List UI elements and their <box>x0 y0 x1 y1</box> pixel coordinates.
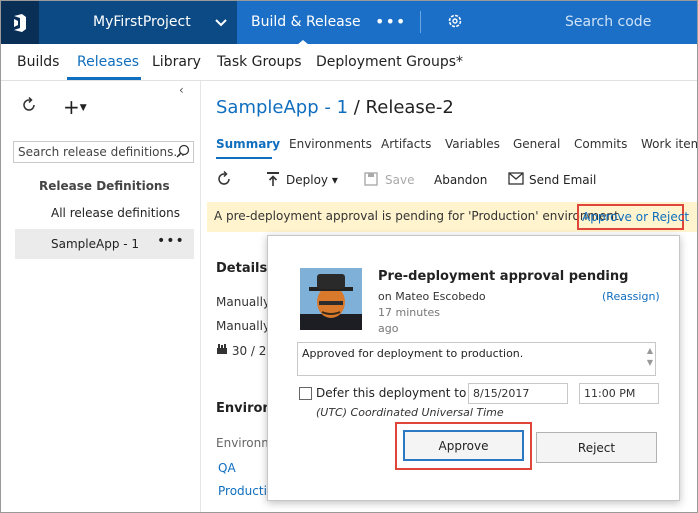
timezone-label: (UTC) Coordinated Universal Time <box>316 406 504 419</box>
release-tabs: Summary Environments Artifacts Variables… <box>216 137 697 159</box>
approval-dialog: Pre-deployment approval pending on Mateo… <box>267 235 680 501</box>
approver-name: on Mateo Escobedo <box>378 290 486 303</box>
project-selector[interactable]: MyFirstProject <box>39 1 237 44</box>
chevron-down-icon <box>215 16 227 32</box>
approval-pending-banner: A pre-deployment approval is pending for… <box>207 202 697 232</box>
defer-label: Defer this deployment to <box>316 386 467 400</box>
environments-column-header: Environm <box>216 436 273 450</box>
search-code-input[interactable]: Search code <box>542 1 697 44</box>
environment-qa-link[interactable]: QA <box>218 461 236 475</box>
tab-environments[interactable]: Environments <box>289 137 372 151</box>
deploy-label: Deploy <box>286 173 329 187</box>
gear-icon[interactable] <box>447 13 463 33</box>
tab-artifacts[interactable]: Artifacts <box>381 137 431 151</box>
details-build-row: 30 / 2 <box>216 343 266 358</box>
tab-general[interactable]: General <box>513 137 560 151</box>
deploy-button[interactable]: Deploy ▾ <box>286 173 338 187</box>
hub-tabs: Builds Releases Library Task Groups Depl… <box>1 44 697 81</box>
definition-row-sampleapp[interactable]: SampleApp - 1 ••• <box>15 229 194 259</box>
deploy-icon <box>266 171 280 190</box>
tab-summary[interactable]: Summary <box>216 137 280 151</box>
approval-comment-input[interactable]: Approved for deployment to production. ▲… <box>297 342 656 376</box>
add-definition-button[interactable]: +▼ <box>63 95 87 119</box>
divider <box>420 11 421 33</box>
tab-releases[interactable]: Releases <box>77 54 139 70</box>
breadcrumb-definition-link[interactable]: SampleApp - 1 <box>216 97 348 118</box>
approve-highlight: Approve <box>395 422 532 470</box>
defer-date-input[interactable]: 8/15/2017 <box>468 383 568 404</box>
app-window: MyFirstProject Build & Release ••• Searc… <box>0 0 698 513</box>
search-placeholder: Search code <box>565 14 652 30</box>
project-name: MyFirstProject <box>93 14 191 30</box>
banner-message: A pre-deployment approval is pending for… <box>214 209 623 223</box>
release-toolbar: Deploy ▾ Save Abandon Send Email <box>216 170 697 193</box>
tab-variables[interactable]: Variables <box>445 137 500 151</box>
save-icon <box>363 171 379 190</box>
search-definitions-placeholder: Search release definitions... <box>18 145 185 159</box>
details-build-text: 30 / 2 <box>231 344 267 358</box>
breadcrumb-release: / Release-2 <box>348 97 454 118</box>
comment-scrollbar[interactable]: ▲ ▼ <box>647 345 653 369</box>
details-heading: Details <box>216 261 268 276</box>
top-bar: MyFirstProject Build & Release ••• Searc… <box>1 1 697 45</box>
tab-deployment-groups[interactable]: Deployment Groups* <box>316 54 463 70</box>
elapsed-time: 17 minutes <box>378 306 441 319</box>
definition-more-button[interactable]: ••• <box>157 233 185 249</box>
reject-button[interactable]: Reject <box>536 432 657 463</box>
definition-label: SampleApp - 1 <box>51 237 140 251</box>
send-email-button[interactable]: Send Email <box>529 173 596 187</box>
mail-icon <box>508 172 524 188</box>
approval-title: Pre-deployment approval pending <box>378 269 629 284</box>
breadcrumb: SampleApp - 1 / Release-2 <box>216 97 454 118</box>
abandon-button[interactable]: Abandon <box>434 173 487 187</box>
search-definitions-input[interactable]: Search release definitions... <box>13 141 194 163</box>
search-icon[interactable] <box>176 144 190 161</box>
release-definitions-heading: Release Definitions <box>39 179 170 193</box>
all-release-definitions-link[interactable]: All release definitions <box>51 206 180 220</box>
avatar <box>300 268 362 330</box>
tab-builds[interactable]: Builds <box>17 54 59 70</box>
comment-text: Approved for deployment to production. <box>302 347 524 360</box>
hub-build-release[interactable]: Build & Release <box>251 14 361 30</box>
vsts-logo-icon[interactable] <box>1 1 39 44</box>
reassign-link[interactable]: (Reassign) <box>602 290 660 303</box>
tab-work-items[interactable]: Work items <box>641 137 697 151</box>
defer-time-input[interactable]: 11:00 PM <box>579 383 659 404</box>
defer-checkbox[interactable] <box>299 387 312 400</box>
approve-button[interactable]: Approve <box>403 430 524 461</box>
elapsed-time-suffix: ago <box>378 322 399 335</box>
environment-production-link[interactable]: Productio <box>218 484 274 498</box>
approve-or-reject-link[interactable]: Approve or Reject <box>577 204 689 230</box>
refresh-release-icon[interactable] <box>216 170 232 190</box>
save-button[interactable]: Save <box>385 173 414 187</box>
details-created-text: Manually <box>216 319 271 333</box>
tab-task-groups[interactable]: Task Groups <box>217 54 302 70</box>
refresh-icon[interactable] <box>21 96 37 116</box>
tab-library[interactable]: Library <box>152 54 201 70</box>
tab-commits[interactable]: Commits <box>574 137 627 151</box>
build-icon <box>216 344 232 358</box>
release-definitions-panel: ‹ +▼ Search release definitions... Relea… <box>1 81 201 512</box>
tab-active-indicator <box>67 77 141 80</box>
tab-active-indicator <box>216 157 272 159</box>
collapse-panel-icon[interactable]: ‹ <box>179 83 184 97</box>
hub-bar: Build & Release ••• <box>237 1 542 45</box>
more-hubs-button[interactable]: ••• <box>375 12 406 31</box>
